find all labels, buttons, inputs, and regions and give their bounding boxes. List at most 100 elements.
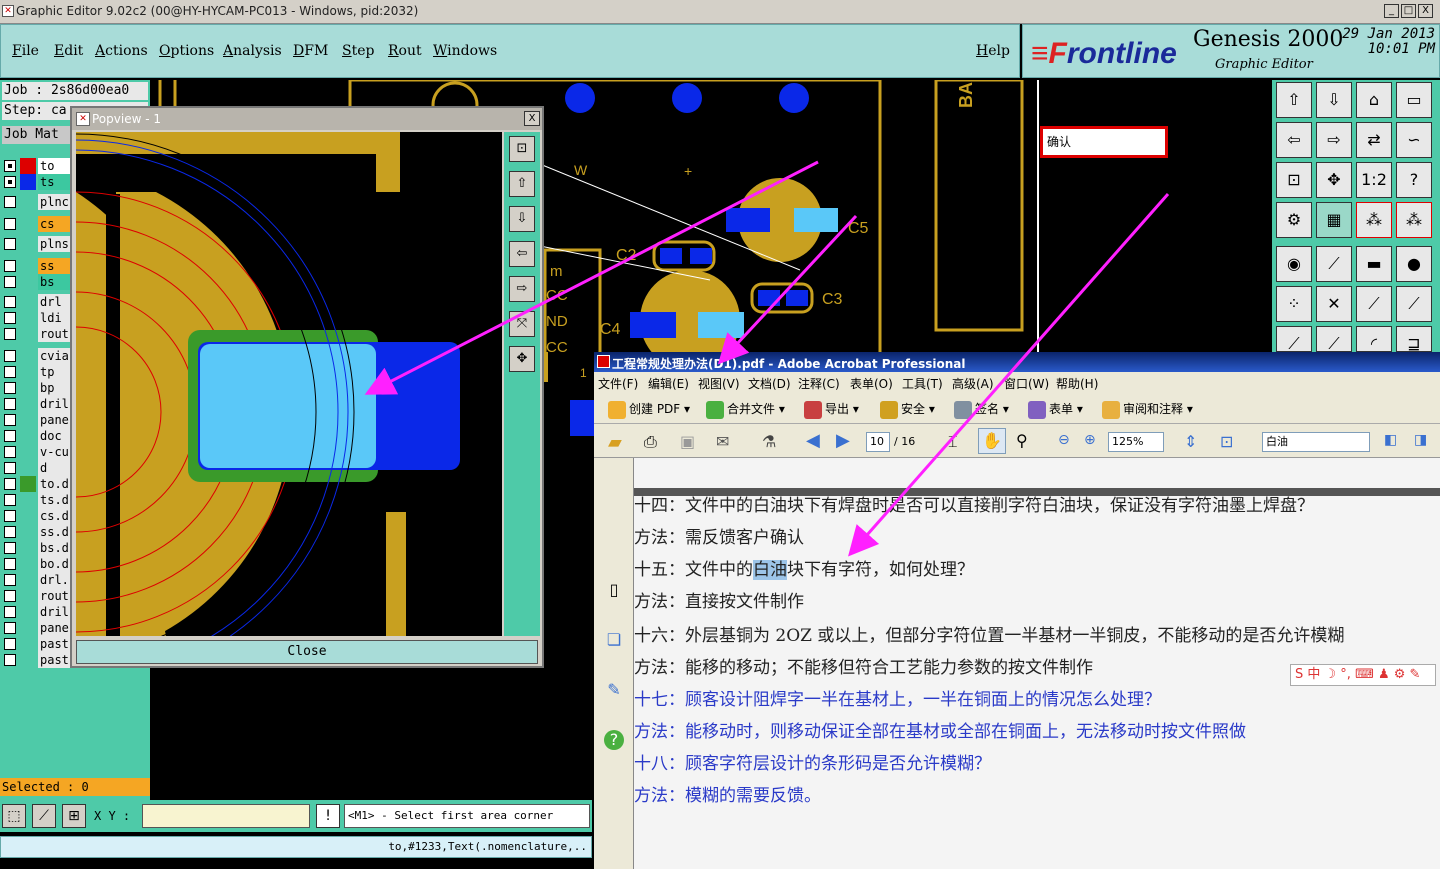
grid-toggle-icon[interactable]: ▦ — [1316, 202, 1352, 238]
help-panel-icon[interactable]: ? — [604, 730, 624, 750]
fit-icon[interactable]: ⊡ — [509, 136, 535, 162]
measure-icon[interactable]: ⟋ — [32, 804, 56, 828]
pan-down-icon[interactable]: ⇩ — [509, 206, 535, 232]
find-prev-icon[interactable]: ◧ — [1384, 432, 1397, 448]
export-button[interactable]: 导出 ▾ — [804, 400, 859, 419]
cross-icon[interactable]: ✕ — [1316, 286, 1352, 322]
hand-tool-icon[interactable]: ✋ — [978, 428, 1006, 454]
signatures-icon[interactable]: ✎ — [604, 680, 624, 702]
select-tool-icon[interactable]: ⌶ — [948, 432, 958, 452]
layer-checkbox[interactable] — [4, 638, 16, 650]
layer-row[interactable]: ss.d — [2, 524, 70, 540]
layer-row[interactable]: to — [2, 158, 70, 174]
popview-close-icon[interactable]: X — [524, 111, 540, 126]
layer-checkbox[interactable] — [4, 260, 16, 272]
pcb-canvas-lower[interactable]: 1 — [544, 352, 594, 800]
layer-row[interactable]: cs.d — [2, 508, 70, 524]
menu-step[interactable]: Step — [342, 43, 374, 59]
layer-row[interactable]: d — [2, 460, 70, 476]
zoom-select[interactable]: 125% — [1108, 432, 1164, 452]
layer-row[interactable]: v-cu — [2, 444, 70, 460]
layer-checkbox[interactable] — [4, 382, 16, 394]
help-icon[interactable]: ? — [1396, 162, 1432, 198]
layer-row[interactable]: ts — [2, 174, 70, 190]
layer-row[interactable]: ldi — [2, 310, 70, 326]
zoom-area-icon[interactable]: ⬚ — [2, 804, 26, 828]
menu-file[interactable]: File — [12, 43, 39, 59]
search-input[interactable]: 白油 — [1262, 432, 1370, 452]
layer-row[interactable]: rout — [2, 588, 70, 604]
layer-row[interactable]: pane: — [2, 412, 70, 428]
page-number-input[interactable]: 10 — [866, 432, 890, 452]
pan-up-icon[interactable]: ⇧ — [509, 171, 535, 197]
arc-icon[interactable]: ◜ — [1356, 326, 1392, 353]
menu-options[interactable]: Options — [159, 43, 214, 59]
node-icon[interactable]: ⁘ — [1276, 286, 1312, 322]
layer-checkbox[interactable] — [4, 622, 16, 634]
layer-checkbox[interactable] — [4, 510, 16, 522]
maximize-button[interactable]: □ — [1401, 4, 1416, 18]
move-down-icon[interactable]: ⇩ — [1316, 82, 1352, 118]
layer-row[interactable]: drl — [2, 294, 70, 310]
acro-menu-edit[interactable]: 编辑(E) — [648, 375, 689, 392]
layer-checkbox[interactable] — [4, 328, 16, 340]
layer-checkbox[interactable] — [4, 398, 16, 410]
zoom-out-icon[interactable]: ⊖ — [1058, 432, 1070, 448]
layer-checkbox[interactable] — [4, 218, 16, 230]
layer-row[interactable]: cvia — [2, 348, 70, 364]
zoom-tool-icon[interactable]: ⚲ — [1016, 431, 1028, 450]
layer-row[interactable]: bs.d — [2, 540, 70, 556]
layer-row[interactable]: past — [2, 636, 70, 652]
layer-row[interactable]: bs — [2, 274, 70, 290]
job-matrix-button[interactable]: Job Mat — [2, 126, 70, 144]
zoom-in-icon[interactable]: ⊕ — [1084, 432, 1096, 448]
acro-menu-tools[interactable]: 工具(T) — [902, 375, 943, 392]
pan-right-icon[interactable]: ⇨ — [509, 276, 535, 302]
zoom-in-icon[interactable]: ⤧ — [509, 311, 535, 337]
layer-row[interactable]: doc — [2, 428, 70, 444]
ime-toolbar[interactable]: S 中 ☽ °, ⌨ ♟ ⚙ ✎ — [1290, 664, 1436, 686]
review-button[interactable]: 审阅和注释 ▾ — [1102, 400, 1193, 419]
layer-checkbox[interactable] — [4, 542, 16, 554]
acro-menu-help[interactable]: 帮助(H) — [1056, 375, 1098, 392]
menu-windows[interactable]: Windows — [433, 43, 497, 59]
layer-checkbox[interactable] — [4, 654, 16, 666]
layer-row[interactable]: cs — [2, 216, 70, 232]
connect-alt-icon[interactable]: ⟋ — [1396, 286, 1432, 322]
pan-left-icon[interactable]: ⇦ — [509, 241, 535, 267]
menu-analysis[interactable]: Analysis — [223, 43, 282, 59]
layer-checkbox[interactable] — [4, 558, 16, 570]
layer-checkbox[interactable] — [4, 414, 16, 426]
layer-checkbox[interactable] — [4, 196, 16, 208]
draw-arc-icon[interactable]: ⟋ — [1316, 326, 1352, 353]
menu-dfm[interactable]: DFM — [293, 43, 328, 59]
prev-page-icon[interactable]: ◀ — [806, 430, 820, 451]
layer-checkbox[interactable] — [4, 590, 16, 602]
fit-all-icon[interactable]: ⊡ — [1276, 162, 1312, 198]
net-alt-icon[interactable]: ⁂ — [1396, 202, 1432, 238]
layer-row[interactable]: dril — [2, 604, 70, 620]
menu-help[interactable]: Help — [976, 43, 1010, 59]
acro-menu-advanced[interactable]: 高级(A) — [952, 375, 994, 392]
acro-menu-view[interactable]: 视图(V) — [698, 375, 740, 392]
layer-row[interactable]: dril — [2, 396, 70, 412]
layer-row[interactable]: bp — [2, 380, 70, 396]
line-icon[interactable]: ⟋ — [1316, 246, 1352, 282]
email-icon[interactable]: ✉ — [716, 432, 729, 451]
find-next-icon[interactable]: ◨ — [1414, 432, 1427, 448]
save-icon[interactable]: ▣ — [680, 432, 695, 451]
menu-edit[interactable]: Edit — [54, 43, 83, 59]
forms-button[interactable]: 表单 ▾ — [1028, 400, 1083, 419]
popview-close-button[interactable]: Close — [76, 640, 538, 664]
layer-row[interactable]: ss — [2, 258, 70, 274]
layer-checkbox[interactable] — [4, 462, 16, 474]
layer-row[interactable]: bo.d — [2, 556, 70, 572]
home-icon[interactable]: ⌂ — [1356, 82, 1392, 118]
security-button[interactable]: 安全 ▾ — [880, 400, 935, 419]
layer-checkbox[interactable] — [4, 606, 16, 618]
layer-checkbox[interactable] — [4, 160, 16, 172]
print-icon[interactable]: ⎙ — [644, 432, 657, 452]
settings-icon[interactable]: ⚙ — [1276, 202, 1312, 238]
scale-icon[interactable]: 1:2 — [1356, 162, 1392, 198]
close-window-button[interactable]: X — [1418, 4, 1433, 18]
